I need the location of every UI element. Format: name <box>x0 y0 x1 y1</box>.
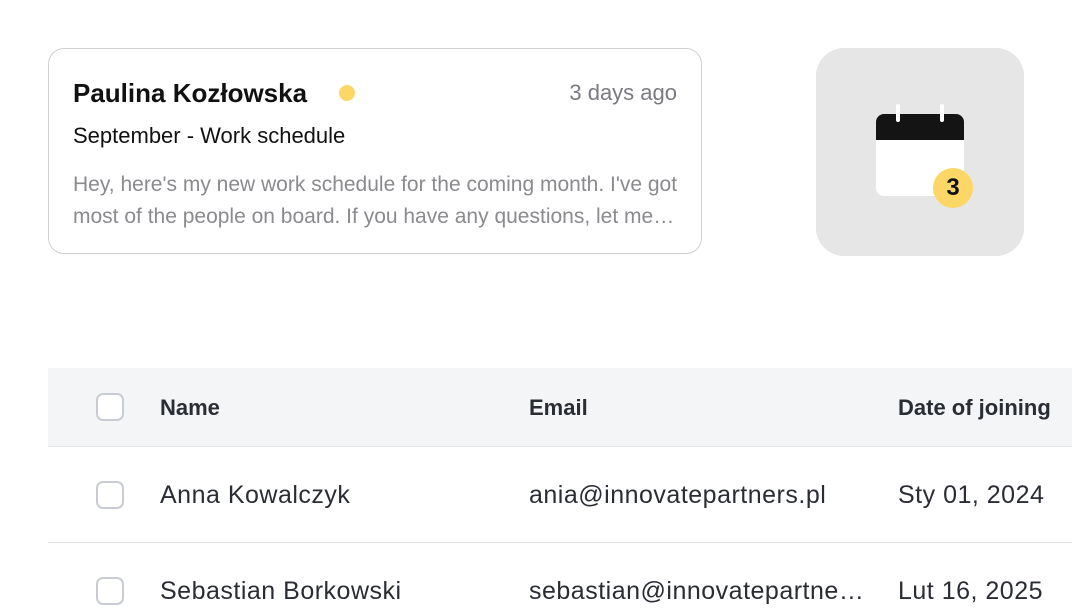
message-sender: Paulina Kozłowska <box>73 78 308 108</box>
select-all-checkbox[interactable] <box>96 393 124 421</box>
notification-count-badge: 3 <box>933 168 973 208</box>
row-email: ania@innovatepartners.pl <box>529 481 827 509</box>
message-header: Paulina Kozłowska 3 days ago <box>73 75 677 111</box>
column-header-date[interactable]: Date of joining <box>898 368 1072 447</box>
row-checkbox[interactable] <box>96 577 124 605</box>
row-email: sebastian@innovatepartners.pl <box>529 577 869 605</box>
table-row[interactable]: Anna Kowalczyk ania@innovatepartners.pl … <box>48 447 1072 543</box>
message-subject: September - Work schedule <box>73 123 346 148</box>
column-header-email[interactable]: Email <box>529 368 869 447</box>
message-preview: Hey, here's my new work schedule for the… <box>73 173 678 228</box>
row-date: Sty 01, 2024 <box>898 481 1045 509</box>
table-header: Name Email Date of joining <box>48 368 1072 447</box>
row-name: Anna Kowalczyk <box>160 481 351 509</box>
table-row[interactable]: Sebastian Borkowski sebastian@innovatepa… <box>48 543 1072 610</box>
row-date: Lut 16, 2025 <box>898 577 1044 605</box>
unread-indicator-icon <box>339 85 355 101</box>
message-timestamp: 3 days ago <box>569 80 677 105</box>
page: Paulina Kozłowska 3 days ago September -… <box>0 0 1072 610</box>
row-name: Sebastian Borkowski <box>160 577 402 605</box>
column-header-name[interactable]: Name <box>160 368 500 447</box>
calendar-button[interactable]: 3 <box>816 48 1024 256</box>
row-checkbox[interactable] <box>96 481 124 509</box>
members-table: Name Email Date of joining Anna Kowalczy… <box>48 368 1072 610</box>
message-card[interactable]: Paulina Kozłowska 3 days ago September -… <box>48 48 702 254</box>
